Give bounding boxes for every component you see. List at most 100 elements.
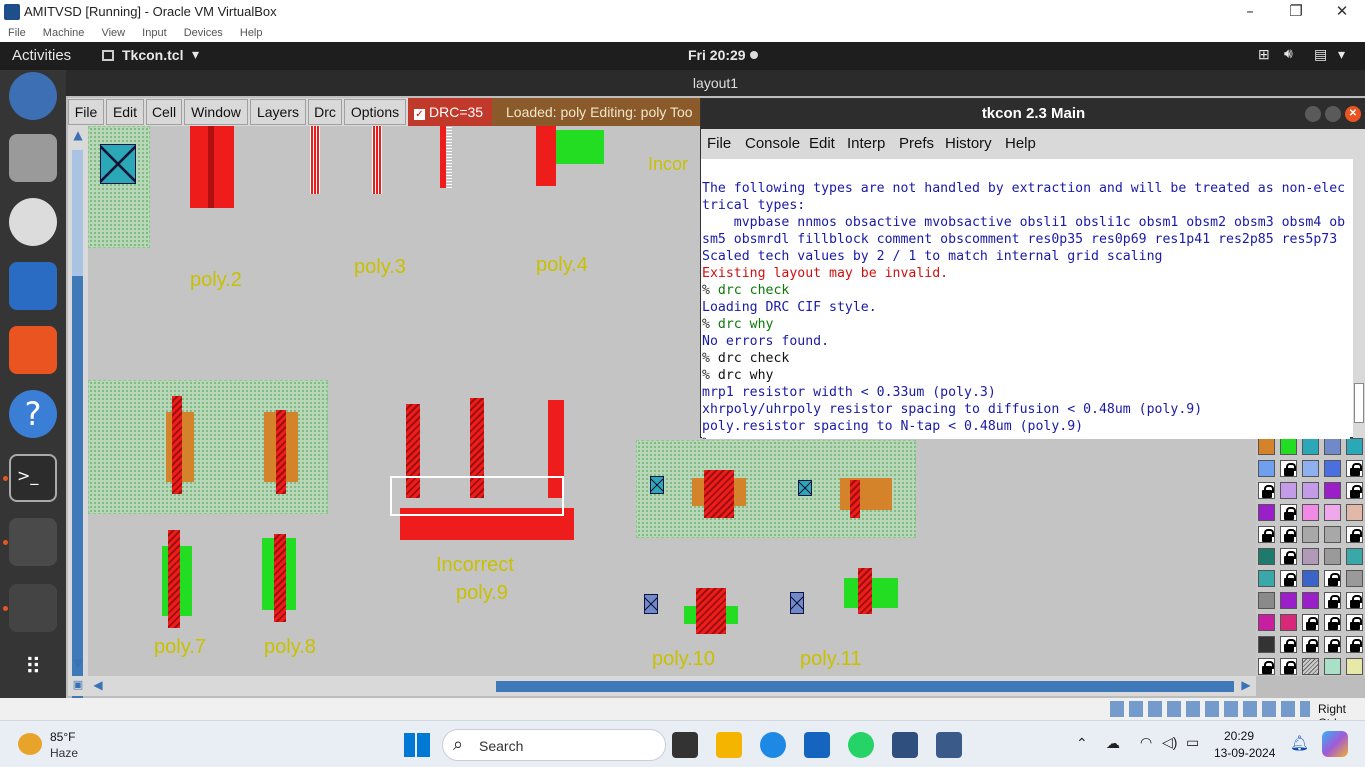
virtualbox-icon[interactable] bbox=[892, 732, 918, 758]
scroll-right-icon[interactable]: ▶ bbox=[1238, 678, 1254, 694]
close-icon[interactable]: ✕ bbox=[1345, 106, 1361, 122]
layer-swatch[interactable] bbox=[1346, 658, 1363, 675]
tkcon-menu-console[interactable]: Console bbox=[745, 135, 800, 152]
layer-swatch[interactable] bbox=[1302, 504, 1319, 521]
weather-icon[interactable] bbox=[18, 733, 42, 755]
search-box[interactable]: ⌕ Search bbox=[442, 729, 666, 761]
zoom-box-icon[interactable]: ▣ bbox=[70, 678, 86, 694]
weather-desc[interactable]: Haze bbox=[50, 746, 78, 760]
layer-swatch[interactable] bbox=[1302, 460, 1319, 477]
windows-start-icon[interactable] bbox=[404, 733, 430, 757]
vertical-scrollbar[interactable]: ▲ ▼ bbox=[68, 126, 88, 698]
tkcon-menu-help[interactable]: Help bbox=[1005, 135, 1036, 152]
scroll-up-icon[interactable]: ▲ bbox=[70, 128, 86, 144]
edge-icon[interactable] bbox=[760, 732, 786, 758]
lock-icon[interactable] bbox=[1280, 570, 1297, 587]
lock-icon[interactable] bbox=[1280, 548, 1297, 565]
tkcon-console-output[interactable]: The following types are not handled by e… bbox=[702, 163, 1350, 439]
volume-icon[interactable]: 🔊︎ bbox=[1284, 45, 1293, 62]
lock-icon[interactable] bbox=[1258, 526, 1275, 543]
lock-icon[interactable] bbox=[1258, 482, 1275, 499]
copilot-icon[interactable] bbox=[1322, 731, 1348, 757]
horizontal-scroll-thumb[interactable] bbox=[496, 681, 1234, 692]
help-icon[interactable]: ? bbox=[9, 390, 57, 438]
layer-swatch[interactable] bbox=[1280, 482, 1297, 499]
close-button[interactable]: ✕ bbox=[1319, 0, 1365, 24]
device-status-icons[interactable] bbox=[1110, 701, 1310, 717]
volume-icon[interactable]: ◁) bbox=[1162, 734, 1177, 751]
battery-icon[interactable]: ▤ bbox=[1314, 46, 1327, 63]
layer-swatch[interactable] bbox=[1302, 658, 1319, 675]
taskbar-date[interactable]: 13-09-2024 bbox=[1214, 746, 1275, 760]
minimize-button[interactable] bbox=[1305, 106, 1321, 122]
lock-icon[interactable] bbox=[1280, 504, 1297, 521]
drc-toggle[interactable]: ✓ DRC=35 bbox=[408, 98, 492, 126]
vb-menu-input[interactable]: Input bbox=[142, 24, 166, 42]
activities-button[interactable]: Activities bbox=[12, 47, 71, 64]
lock-icon[interactable] bbox=[1280, 636, 1297, 653]
vm-window-icon[interactable] bbox=[936, 732, 962, 758]
magic-menu-window[interactable]: Window bbox=[184, 99, 248, 125]
thunderbird-icon[interactable] bbox=[9, 72, 57, 120]
vertical-scroll-track[interactable] bbox=[72, 150, 83, 276]
task-view-icon[interactable] bbox=[672, 732, 698, 758]
tkcon-menu-edit[interactable]: Edit bbox=[809, 135, 835, 152]
vb-menu-help[interactable]: Help bbox=[240, 24, 263, 42]
console-input[interactable]: % bbox=[702, 435, 1350, 439]
clock[interactable]: Fri 20:29 bbox=[688, 47, 746, 63]
layer-swatch[interactable] bbox=[1302, 592, 1319, 609]
scroll-down-icon[interactable]: ▼ bbox=[70, 656, 86, 672]
magic-menu-edit[interactable]: Edit bbox=[106, 99, 144, 125]
vb-menu-view[interactable]: View bbox=[101, 24, 125, 42]
layer-swatch[interactable] bbox=[1302, 482, 1319, 499]
lock-icon[interactable] bbox=[1280, 526, 1297, 543]
minimize-button[interactable]: – bbox=[1227, 0, 1273, 24]
layer-swatch[interactable] bbox=[1302, 548, 1319, 565]
onedrive-icon[interactable]: ☁ bbox=[1106, 735, 1120, 752]
tkcon-scroll-thumb[interactable] bbox=[1354, 383, 1364, 423]
wifi-icon[interactable]: ◠ bbox=[1140, 734, 1152, 751]
layer-swatch[interactable] bbox=[1258, 438, 1275, 455]
magic-menu-drc[interactable]: Drc bbox=[308, 99, 342, 125]
vb-menu-devices[interactable]: Devices bbox=[184, 24, 223, 42]
lock-icon[interactable] bbox=[1324, 636, 1341, 653]
lock-icon[interactable] bbox=[1346, 614, 1363, 631]
layer-swatch[interactable] bbox=[1324, 548, 1341, 565]
tkcon-dock-icon[interactable] bbox=[9, 584, 57, 632]
layer-swatch[interactable] bbox=[1346, 504, 1363, 521]
layer-swatch[interactable] bbox=[1324, 482, 1341, 499]
layer-swatch[interactable] bbox=[1280, 438, 1297, 455]
layer-swatch[interactable] bbox=[1302, 438, 1319, 455]
taskbar-time[interactable]: 20:29 bbox=[1224, 729, 1254, 743]
software-icon[interactable] bbox=[9, 326, 57, 374]
tkcon-menu-file[interactable]: File bbox=[707, 135, 731, 152]
chevron-down-icon[interactable]: ▾ bbox=[192, 46, 199, 63]
layer-swatch[interactable] bbox=[1258, 570, 1275, 587]
lock-icon[interactable] bbox=[1324, 592, 1341, 609]
writer-icon[interactable] bbox=[9, 262, 57, 310]
lock-icon[interactable] bbox=[1280, 658, 1297, 675]
lock-icon[interactable] bbox=[1302, 636, 1319, 653]
magic-menu-file[interactable]: File bbox=[68, 99, 104, 125]
app-menu[interactable]: Tkcon.tcl bbox=[122, 47, 183, 63]
layer-swatch[interactable] bbox=[1346, 438, 1363, 455]
lock-icon[interactable] bbox=[1346, 592, 1363, 609]
lock-icon[interactable] bbox=[1346, 482, 1363, 499]
magic-app-icon[interactable] bbox=[9, 518, 57, 566]
horizontal-scrollbar[interactable]: ▣ ◀ ▶ bbox=[68, 676, 1256, 696]
system-menu-icon[interactable]: ▾ bbox=[1338, 46, 1345, 63]
layer-swatch[interactable] bbox=[1280, 592, 1297, 609]
selection-box[interactable] bbox=[390, 476, 564, 516]
vertical-scroll-thumb[interactable] bbox=[72, 276, 83, 698]
vb-menu-file[interactable]: File bbox=[8, 24, 26, 42]
battery-icon[interactable]: ▭ bbox=[1186, 734, 1199, 751]
layer-swatch[interactable] bbox=[1258, 614, 1275, 631]
layer-swatch[interactable] bbox=[1324, 526, 1341, 543]
whatsapp-icon[interactable] bbox=[848, 732, 874, 758]
magic-menu-layers[interactable]: Layers bbox=[250, 99, 306, 125]
layer-swatch[interactable] bbox=[1258, 636, 1275, 653]
rhythmbox-icon[interactable] bbox=[9, 198, 57, 246]
lock-icon[interactable] bbox=[1324, 570, 1341, 587]
chevron-up-icon[interactable]: ⌃ bbox=[1076, 735, 1088, 752]
layer-swatch[interactable] bbox=[1324, 460, 1341, 477]
